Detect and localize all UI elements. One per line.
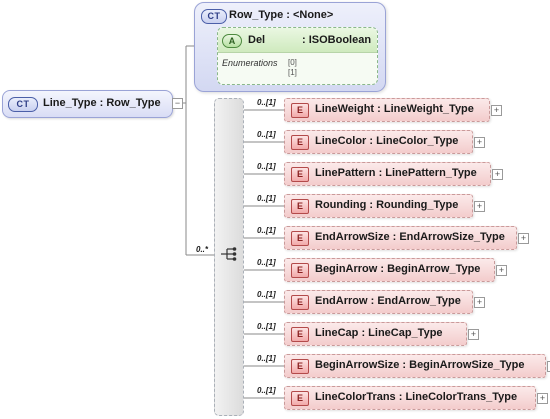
element-label: Rounding : Rounding_Type [315, 199, 459, 211]
element-icon: E [291, 199, 309, 214]
element-label: BeginArrow : BeginArrow_Type [315, 263, 481, 275]
element-icon: E [291, 135, 309, 150]
element-label: LineCap : LineCap_Type [315, 327, 443, 339]
element-icon: E [291, 359, 309, 374]
element-box[interactable]: E EndArrow : EndArrow_Type [284, 290, 473, 314]
base-type-row-type[interactable]: CT Row_Type : <None> A Del : ISOBoolean … [194, 2, 386, 92]
element-cardinality: 0..[1] [257, 194, 276, 203]
expand-icon[interactable]: + [468, 329, 479, 340]
expand-icon[interactable]: + [474, 297, 485, 308]
element-icon: E [291, 167, 309, 182]
sequence-cardinality: 0..* [196, 245, 209, 254]
attribute-del[interactable]: A Del : ISOBoolean Enumerations [0] [1] [217, 27, 378, 85]
element-cardinality: 0..[1] [257, 130, 276, 139]
element-cardinality: 0..[1] [257, 354, 276, 363]
attribute-icon: A [222, 34, 242, 48]
element-cardinality: 0..[1] [257, 162, 276, 171]
element-icon: E [291, 231, 309, 246]
element-icon: E [291, 295, 309, 310]
enumerations-label: Enumerations [222, 58, 278, 68]
expand-icon[interactable]: + [474, 201, 485, 212]
element-label: LineWeight : LineWeight_Type [315, 103, 474, 115]
element-label: EndArrowSize : EndArrowSize_Type [315, 231, 505, 243]
expand-icon[interactable]: + [518, 233, 529, 244]
element-box[interactable]: E LineColor : LineColor_Type [284, 130, 473, 154]
element-cardinality: 0..[1] [257, 258, 276, 267]
element-box[interactable]: E BeginArrow : BeginArrow_Type [284, 258, 495, 282]
enumeration-value: [1] [288, 68, 297, 77]
element-cardinality: 0..[1] [257, 98, 276, 107]
element-box[interactable]: E LineWeight : LineWeight_Type [284, 98, 490, 122]
element-label: EndArrow : EndArrow_Type [315, 295, 461, 307]
element-icon: E [291, 391, 309, 406]
root-complex-type[interactable]: CT Line_Type : Row_Type [2, 90, 173, 118]
complex-type-icon: CT [201, 9, 227, 24]
element-label: BeginArrowSize : BeginArrowSize_Type [315, 359, 525, 371]
element-box[interactable]: E BeginArrowSize : BeginArrowSize_Type [284, 354, 546, 378]
element-icon: E [291, 103, 309, 118]
element-icon: E [291, 263, 309, 278]
element-label: LinePattern : LinePattern_Type [315, 167, 477, 179]
element-label: LineColorTrans : LineColorTrans_Type [315, 391, 518, 403]
expand-icon[interactable]: + [537, 393, 548, 404]
element-box[interactable]: E LinePattern : LinePattern_Type [284, 162, 491, 186]
attribute-header: A Del : ISOBoolean [218, 28, 377, 53]
expand-icon[interactable]: + [491, 105, 502, 116]
sequence-icon[interactable] [220, 246, 238, 262]
collapse-icon[interactable]: − [172, 98, 183, 109]
complex-type-icon: CT [8, 97, 38, 112]
element-cardinality: 0..[1] [257, 322, 276, 331]
attribute-type: : ISOBoolean [302, 34, 372, 46]
root-type-title: Line_Type : Row_Type [43, 97, 161, 109]
element-label: LineColor : LineColor_Type [315, 135, 459, 147]
element-box[interactable]: E LineCap : LineCap_Type [284, 322, 467, 346]
expand-icon[interactable]: + [496, 265, 507, 276]
element-box[interactable]: E LineColorTrans : LineColorTrans_Type [284, 386, 536, 410]
element-icon: E [291, 327, 309, 342]
element-cardinality: 0..[1] [257, 226, 276, 235]
expand-icon[interactable]: + [474, 137, 485, 148]
element-cardinality: 0..[1] [257, 290, 276, 299]
base-type-title: Row_Type : <None> [229, 9, 334, 21]
element-cardinality: 0..[1] [257, 386, 276, 395]
expand-icon[interactable]: + [492, 169, 503, 180]
attribute-name: Del [248, 34, 266, 46]
element-box[interactable]: E EndArrowSize : EndArrowSize_Type [284, 226, 517, 250]
element-box[interactable]: E Rounding : Rounding_Type [284, 194, 473, 218]
enumeration-value: [0] [288, 58, 297, 67]
